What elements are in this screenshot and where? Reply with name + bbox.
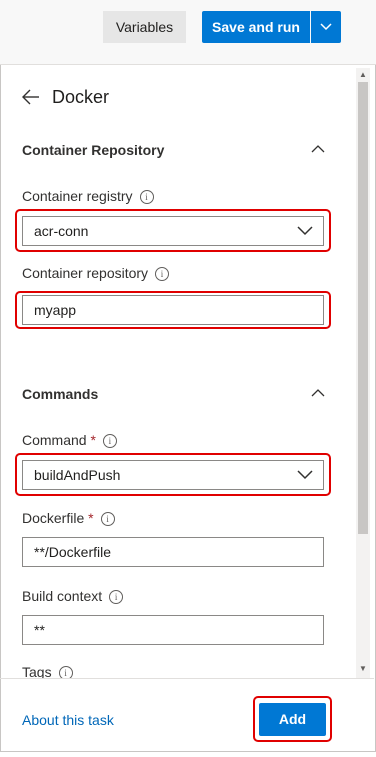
container-registry-select[interactable]: acr-conn xyxy=(22,216,324,246)
section-title-container-repository: Container Repository xyxy=(22,142,165,158)
info-icon[interactable]: i xyxy=(139,190,154,205)
chevron-down-icon xyxy=(297,470,313,480)
scroll-down-arrow-icon[interactable]: ▼ xyxy=(358,664,368,674)
save-and-run-button[interactable]: Save and run xyxy=(202,11,310,43)
container-registry-label: Container registry i xyxy=(22,188,154,205)
container-repository-input[interactable]: myapp xyxy=(22,295,324,325)
build-context-label: Build context i xyxy=(22,588,124,605)
variables-button[interactable]: Variables xyxy=(103,11,186,43)
chevron-down-icon xyxy=(320,23,332,31)
build-context-value: ** xyxy=(34,622,45,638)
command-label: Command * i xyxy=(22,432,117,449)
footer-divider xyxy=(0,678,374,679)
top-toolbar: Variables Save and run xyxy=(0,0,376,65)
info-icon[interactable]: i xyxy=(155,267,170,282)
container-repository-value: myapp xyxy=(34,302,77,318)
info-icon[interactable]: i xyxy=(102,434,117,449)
back-arrow-icon[interactable] xyxy=(22,89,40,105)
command-select[interactable]: buildAndPush xyxy=(22,460,324,490)
command-value: buildAndPush xyxy=(34,467,121,483)
save-and-run-dropdown-button[interactable] xyxy=(311,11,341,43)
dockerfile-value: **/Dockerfile xyxy=(34,544,112,560)
scroll-up-arrow-icon[interactable]: ▲ xyxy=(358,70,368,80)
dockerfile-label: Dockerfile * i xyxy=(22,510,115,527)
task-panel xyxy=(0,65,376,752)
about-this-task-link[interactable]: About this task xyxy=(22,712,114,728)
tags-label-clip: Tags i xyxy=(22,664,342,678)
tags-label: Tags i xyxy=(22,664,342,678)
info-icon[interactable]: i xyxy=(58,666,73,678)
add-button[interactable]: Add xyxy=(259,703,326,736)
chevron-up-icon[interactable] xyxy=(311,144,325,153)
info-icon[interactable]: i xyxy=(109,590,124,605)
panel-title: Docker xyxy=(52,87,110,107)
info-icon[interactable]: i xyxy=(100,512,115,527)
dockerfile-input[interactable]: **/Dockerfile xyxy=(22,537,324,567)
required-marker: * xyxy=(88,510,94,526)
chevron-up-icon[interactable] xyxy=(311,388,325,397)
chevron-down-icon xyxy=(297,226,313,236)
section-title-commands: Commands xyxy=(22,386,99,402)
scrollbar-thumb[interactable] xyxy=(358,82,368,534)
required-marker: * xyxy=(90,432,96,448)
container-registry-value: acr-conn xyxy=(34,223,89,239)
build-context-input[interactable]: ** xyxy=(22,615,324,645)
container-repository-label: Container repository i xyxy=(22,265,170,282)
